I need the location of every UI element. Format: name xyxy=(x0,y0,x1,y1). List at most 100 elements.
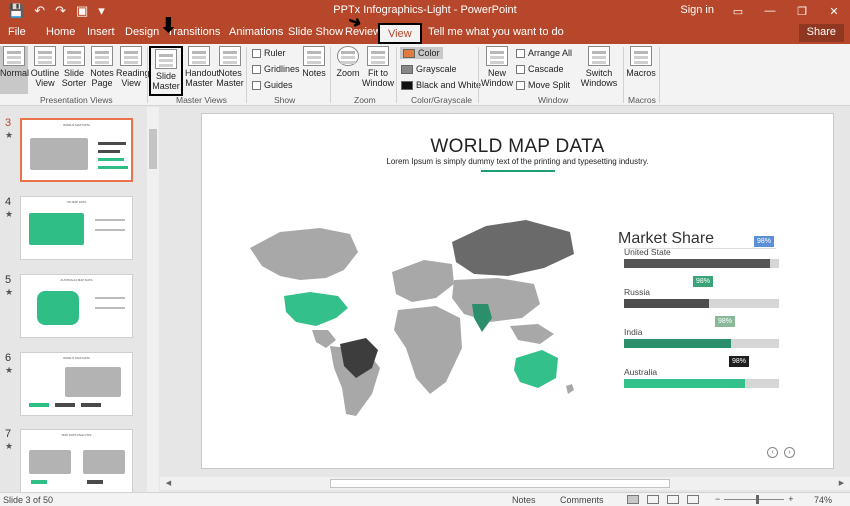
india-region xyxy=(472,304,492,332)
slide-thumbnail-7[interactable]: MAP DATA ANALYSIS xyxy=(20,429,133,493)
bar-label[interactable]: Russia xyxy=(624,287,650,297)
slide-sorter-icon[interactable] xyxy=(647,495,659,504)
bar-track[interactable] xyxy=(624,379,779,388)
thumb-bar xyxy=(95,229,125,231)
slide-thumbnail-3[interactable]: WORLD MAP DATA xyxy=(20,118,133,182)
tell-me-search[interactable]: Tell me what you want to do xyxy=(428,26,564,38)
thumb-number: 6 xyxy=(5,352,12,364)
cascade-button[interactable]: Cascade xyxy=(516,64,564,74)
gridlines-checkbox[interactable]: Gridlines xyxy=(252,64,300,74)
share-button[interactable]: Share xyxy=(798,24,844,42)
notes-master-button[interactable]: Notes Master xyxy=(216,46,244,88)
next-arrow-icon[interactable]: › xyxy=(784,447,795,458)
presentation-views-label: Presentation Views xyxy=(40,95,113,105)
normal-view-button[interactable]: Normal xyxy=(0,46,29,94)
thumb-number: 3 xyxy=(5,117,12,129)
slide-subtitle[interactable]: Lorem Ipsum is simply dummy text of the … xyxy=(202,157,833,166)
bar-track[interactable] xyxy=(624,259,779,268)
grayscale-option[interactable]: Grayscale xyxy=(401,64,457,74)
tab-animations[interactable]: Animations xyxy=(229,26,283,38)
value-badge[interactable]: 98% xyxy=(754,236,775,247)
minimize-icon[interactable]: — xyxy=(754,0,786,22)
bar-track[interactable] xyxy=(624,339,779,348)
switch-windows-button[interactable]: Switch Windows xyxy=(578,46,620,88)
tab-view[interactable]: View xyxy=(378,23,422,44)
checkbox-icon xyxy=(252,64,261,74)
notes-toggle[interactable]: Notes xyxy=(512,495,536,505)
thumb-bar xyxy=(98,158,124,161)
tab-insert[interactable]: Insert xyxy=(87,26,115,38)
restore-icon[interactable]: ❐ xyxy=(786,0,818,22)
group-separator xyxy=(659,47,660,103)
color-option[interactable]: Color xyxy=(400,47,443,59)
thumb-bar xyxy=(87,480,103,484)
value-badge[interactable]: 98% xyxy=(715,316,736,327)
zoom-slider[interactable]: − + xyxy=(715,494,794,504)
bar-label[interactable]: India xyxy=(624,327,642,337)
slideshow-icon[interactable] xyxy=(687,495,699,504)
notes-button[interactable]: Notes xyxy=(301,46,327,78)
slide-thumbnail-4[interactable]: US MAP DATA xyxy=(20,196,133,260)
normal-view-icon[interactable] xyxy=(627,495,639,504)
scrollbar-thumb[interactable] xyxy=(330,479,670,488)
scroll-left-icon[interactable]: ◀ xyxy=(164,479,173,488)
thumbnail-scrollbar[interactable] xyxy=(147,107,159,492)
grayscale-swatch-icon xyxy=(401,64,413,74)
move-split-button[interactable]: Move Split xyxy=(516,80,570,90)
handout-master-button[interactable]: Handout Master xyxy=(185,46,219,88)
tab-file[interactable]: File xyxy=(8,26,26,38)
bar-label[interactable]: Australia xyxy=(624,367,657,377)
ruler-checkbox[interactable]: Ruler xyxy=(252,48,286,58)
world-map-graphic[interactable] xyxy=(240,218,580,418)
value-badge[interactable]: 98% xyxy=(693,276,714,287)
new-window-button[interactable]: New Window xyxy=(481,46,513,88)
previous-arrow-icon[interactable]: ‹ xyxy=(767,447,778,458)
fit-to-window-button[interactable]: Fit to Window xyxy=(362,46,394,88)
market-share-title[interactable]: Market Share xyxy=(618,230,714,248)
slide-canvas[interactable]: WORLD MAP DATA Lorem Ipsum is simply dum… xyxy=(201,113,834,469)
arrange-all-button[interactable]: Arrange All xyxy=(516,48,572,58)
sign-in-link[interactable]: Sign in xyxy=(680,4,714,16)
thumb-map xyxy=(30,138,88,170)
group-separator xyxy=(147,47,148,103)
thumb-bar xyxy=(81,403,101,407)
zoom-level[interactable]: 74% xyxy=(814,495,832,505)
slide-master-button[interactable]: Slide Master xyxy=(149,46,183,96)
tab-home[interactable]: Home xyxy=(46,26,75,38)
reading-view-button[interactable]: Reading View xyxy=(116,46,150,88)
thumb-title: MAP DATA ANALYSIS xyxy=(61,433,92,437)
scroll-right-icon[interactable]: ▶ xyxy=(837,479,846,488)
close-icon[interactable]: ✕ xyxy=(818,0,850,22)
window-controls: ▭ — ❐ ✕ xyxy=(722,0,850,22)
zoom-handle[interactable] xyxy=(756,494,760,504)
scrollbar-thumb[interactable] xyxy=(149,129,157,169)
tab-slide-show[interactable]: Slide Show xyxy=(288,26,343,38)
bar-track[interactable] xyxy=(624,299,779,308)
move-split-icon xyxy=(516,80,525,90)
macros-button[interactable]: Macros xyxy=(626,46,656,78)
slide-thumbnail-6[interactable]: WORLD MAP DATA xyxy=(20,352,133,416)
zoom-track[interactable] xyxy=(724,494,785,504)
ribbon-display-options-icon[interactable]: ▭ xyxy=(722,0,754,22)
value-badge[interactable]: 98% xyxy=(729,356,750,367)
zoom-out-icon[interactable]: − xyxy=(715,494,720,504)
notes-page-button[interactable]: Notes Page xyxy=(89,46,115,88)
zoom-button[interactable]: Zoom xyxy=(334,46,362,78)
slide-thumbnail-5[interactable]: AUSTRALIA MAP DATA xyxy=(20,274,133,338)
cascade-icon xyxy=(516,64,525,74)
horizontal-scrollbar[interactable]: ◀ ▶ xyxy=(160,477,850,490)
slide-title[interactable]: WORLD MAP DATA xyxy=(202,136,833,158)
outline-view-button[interactable]: Outline View xyxy=(30,46,60,88)
reading-view-icon[interactable] xyxy=(667,495,679,504)
slide-sorter-button[interactable]: Slide Sorter xyxy=(61,46,87,88)
comments-toggle[interactable]: Comments xyxy=(560,495,604,505)
handout-master-icon xyxy=(188,46,210,66)
tab-design[interactable]: Design xyxy=(125,26,159,38)
bar-label[interactable]: United State xyxy=(624,247,671,257)
black-and-white-option[interactable]: Black and White xyxy=(401,80,481,90)
guides-checkbox[interactable]: Guides xyxy=(252,80,293,90)
zoom-in-icon[interactable]: + xyxy=(788,494,793,504)
window-group-label: Window xyxy=(538,95,569,105)
thumb-map xyxy=(83,450,125,474)
animation-star-icon: ★ xyxy=(5,130,14,140)
